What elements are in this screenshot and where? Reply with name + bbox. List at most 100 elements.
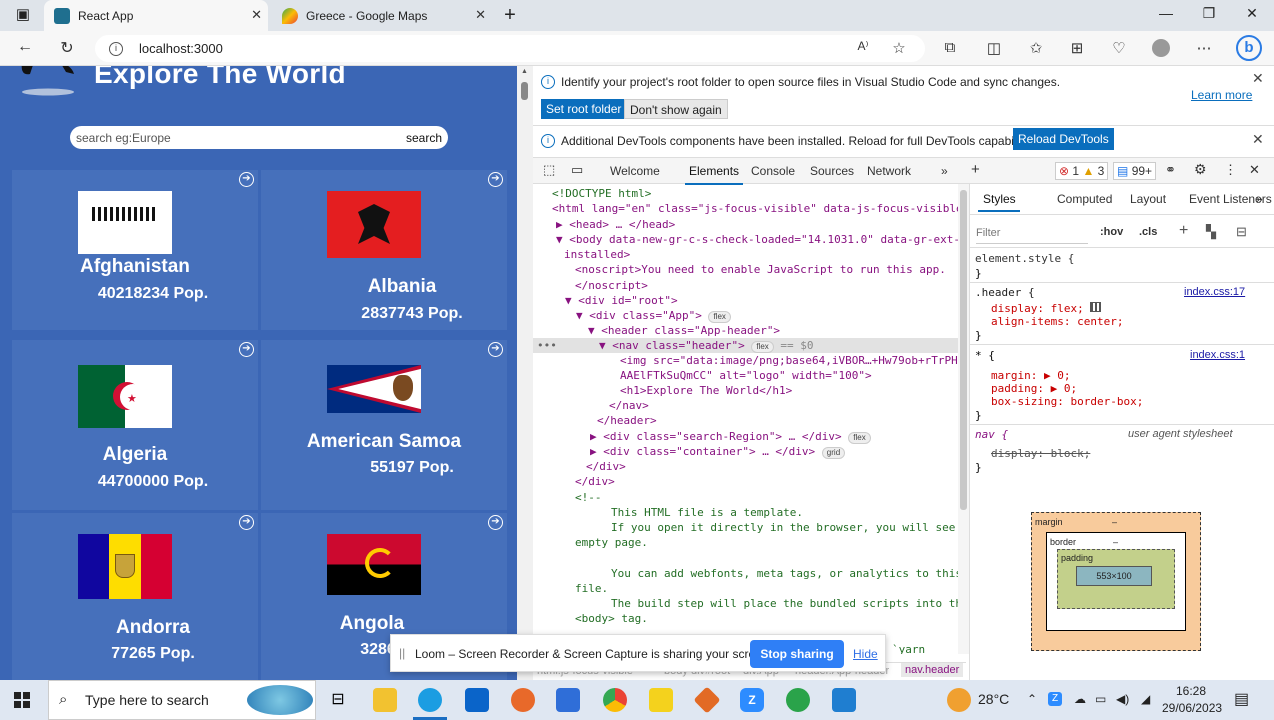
- dom-line[interactable]: <img src="data:image/png;base64,iVBOR…+H…: [620, 353, 966, 368]
- stop-sharing-button[interactable]: Stop sharing: [750, 640, 844, 668]
- country-card-andorra[interactable]: ➔ Andorra 77265 Pop.: [12, 513, 258, 680]
- sticky-notes-icon[interactable]: [649, 688, 673, 712]
- tab-react-app[interactable]: React App ✕: [44, 0, 268, 31]
- dom-line[interactable]: This HTML file is a template.: [611, 505, 803, 520]
- rule-decl[interactable]: display: flex;: [991, 302, 1102, 315]
- flex-badge[interactable]: flex: [848, 432, 871, 444]
- settings-gear-icon[interactable]: ⚙: [1194, 161, 1207, 178]
- volume-icon[interactable]: ◀): [1116, 692, 1129, 706]
- file-explorer-icon[interactable]: [373, 688, 397, 712]
- learn-more-link[interactable]: Learn more: [1191, 88, 1252, 102]
- store-icon[interactable]: [556, 688, 580, 712]
- search-input[interactable]: search eg:Europe: [76, 131, 406, 145]
- crumb-active[interactable]: nav.header: [901, 663, 964, 677]
- dom-line[interactable]: <html lang="en" class="js-focus-visible"…: [552, 201, 966, 216]
- more-menu-icon[interactable]: ⋯: [1194, 39, 1214, 57]
- decl-align-items[interactable]: align-items: center;: [991, 315, 1123, 328]
- dom-line[interactable]: The build step will place the bundled sc…: [611, 596, 966, 611]
- decl-box-sizing[interactable]: box-sizing: border-box;: [991, 395, 1143, 408]
- nav-selector[interactable]: nav {: [975, 428, 1008, 441]
- windows-start-icon[interactable]: [14, 692, 30, 708]
- refresh-icon[interactable]: ↻: [56, 38, 78, 58]
- zoom-icon[interactable]: Z: [740, 688, 764, 712]
- clock-time[interactable]: 16:28: [1162, 684, 1220, 698]
- add-tab-icon[interactable]: +: [971, 161, 980, 178]
- close-window-icon[interactable]: ✕: [1242, 5, 1262, 22]
- tab-welcome[interactable]: Welcome: [610, 164, 660, 178]
- sidebar-toggle-icon[interactable]: ⊟: [1236, 224, 1247, 240]
- profile-avatar-icon[interactable]: [1151, 39, 1171, 61]
- favorite-star-icon[interactable]: ☆: [889, 39, 909, 57]
- close-tab-icon[interactable]: ✕: [475, 7, 486, 23]
- vscode-icon[interactable]: [832, 688, 856, 712]
- favorites-icon[interactable]: ✩: [1026, 39, 1046, 57]
- dom-line[interactable]: ▶ <div class="container"> … </div> grid: [590, 444, 846, 459]
- collections-icon[interactable]: ⊞: [1067, 39, 1087, 57]
- dom-line[interactable]: ▼ <body data-new-gr-c-s-check-loaded="14…: [556, 232, 960, 247]
- search-button[interactable]: search: [406, 131, 448, 145]
- dom-line[interactable]: ▼ <div id="root">: [565, 293, 678, 308]
- element-style-rule[interactable]: element.style {: [975, 252, 1074, 265]
- minimize-icon[interactable]: —: [1156, 5, 1176, 21]
- site-info-icon[interactable]: i: [109, 41, 123, 56]
- header-selector[interactable]: .header {: [975, 286, 1035, 299]
- git-icon[interactable]: [693, 686, 721, 714]
- tab-network[interactable]: Network: [867, 164, 911, 178]
- decl-margin[interactable]: margin: ▶ 0;: [991, 369, 1070, 382]
- index-css-1-link[interactable]: index.css:1: [1190, 349, 1245, 362]
- search-bar[interactable]: search eg:Europe search: [70, 126, 448, 149]
- back-icon[interactable]: ←: [14, 38, 36, 56]
- close-devtools-icon[interactable]: ✕: [1249, 162, 1260, 178]
- battery-icon[interactable]: ▭: [1095, 692, 1106, 706]
- decl-padding[interactable]: padding: ▶ 0;: [991, 382, 1077, 395]
- element-state-icon[interactable]: ▚: [1206, 224, 1216, 240]
- country-card-afghanistan[interactable]: ➔ Afghanistan 40218234 Pop.: [12, 170, 258, 330]
- app-scrollbar[interactable]: ▲: [517, 66, 533, 680]
- close-banner-icon[interactable]: ✕: [1252, 131, 1264, 148]
- dom-line[interactable]: </noscript>: [575, 278, 648, 293]
- card-arrow-icon[interactable]: ➔: [488, 342, 503, 357]
- dom-line[interactable]: </nav>: [609, 398, 649, 413]
- dom-line[interactable]: </header>: [597, 413, 657, 428]
- upwork-icon[interactable]: [786, 688, 810, 712]
- more-tabs-icon[interactable]: »: [941, 164, 948, 178]
- cloud-icon[interactable]: ☁: [1074, 692, 1086, 706]
- reload-devtools-button[interactable]: Reload DevTools: [1013, 128, 1114, 150]
- notifications-icon[interactable]: ▤: [1234, 689, 1249, 709]
- dom-line[interactable]: ▶ <head> … </head>: [556, 217, 675, 232]
- dom-line[interactable]: ▼ <header class="App-header">: [588, 323, 780, 338]
- devtools-menu-icon[interactable]: ⋮: [1224, 162, 1237, 178]
- flex-editor-icon[interactable]: [1090, 302, 1102, 312]
- set-root-folder-button[interactable]: Set root folder: [541, 99, 627, 119]
- network-icon[interactable]: ◢: [1141, 692, 1150, 706]
- dom-line[interactable]: ▼ <div class="App"> flex: [576, 308, 731, 323]
- dom-line[interactable]: <!--: [575, 490, 602, 505]
- bing-icon[interactable]: b: [1236, 35, 1262, 61]
- dom-line[interactable]: If you open it directly in the browser, …: [611, 520, 966, 535]
- country-card-algeria[interactable]: ➔ ★ Algeria 44700000 Pop.: [12, 340, 258, 510]
- url-field[interactable]: i localhost:3000: [95, 35, 925, 62]
- clock-date[interactable]: 29/06/2023: [1162, 701, 1222, 715]
- tray-chevron-icon[interactable]: ⌃: [1027, 692, 1037, 706]
- styles-filter-input[interactable]: Filter: [976, 222, 1088, 244]
- zoom-tray-icon[interactable]: Z: [1048, 692, 1062, 706]
- inspect-element-icon[interactable]: ⬚: [543, 162, 555, 178]
- temperature[interactable]: 28°C: [978, 691, 1009, 707]
- hov-toggle[interactable]: :hov: [1100, 226, 1123, 238]
- dom-line[interactable]: <noscript>You need to enable JavaScript …: [575, 262, 946, 277]
- dom-line[interactable]: file.: [575, 581, 608, 596]
- tab-google-maps[interactable]: Greece - Google Maps ✕: [272, 0, 492, 31]
- dom-line[interactable]: <body> tag.: [575, 611, 648, 626]
- dom-line[interactable]: empty page.: [575, 535, 648, 550]
- dom-line[interactable]: AAElFTkSuQmCC" alt="logo" width="100">: [620, 368, 872, 383]
- hide-link[interactable]: Hide: [853, 647, 878, 661]
- decl-display-block[interactable]: display: block;: [991, 447, 1090, 460]
- tab-actions-icon[interactable]: ▣: [8, 4, 38, 28]
- edge-icon[interactable]: [418, 688, 442, 712]
- dom-scrollbar-thumb[interactable]: [960, 190, 967, 510]
- country-card-american-samoa[interactable]: ➔ American Samoa 55197 Pop.: [261, 340, 507, 510]
- close-tab-icon[interactable]: ✕: [251, 7, 262, 23]
- card-arrow-icon[interactable]: ➔: [239, 342, 254, 357]
- dom-line[interactable]: </div>: [575, 474, 615, 489]
- app-scrollbar-thumb[interactable]: [521, 82, 528, 100]
